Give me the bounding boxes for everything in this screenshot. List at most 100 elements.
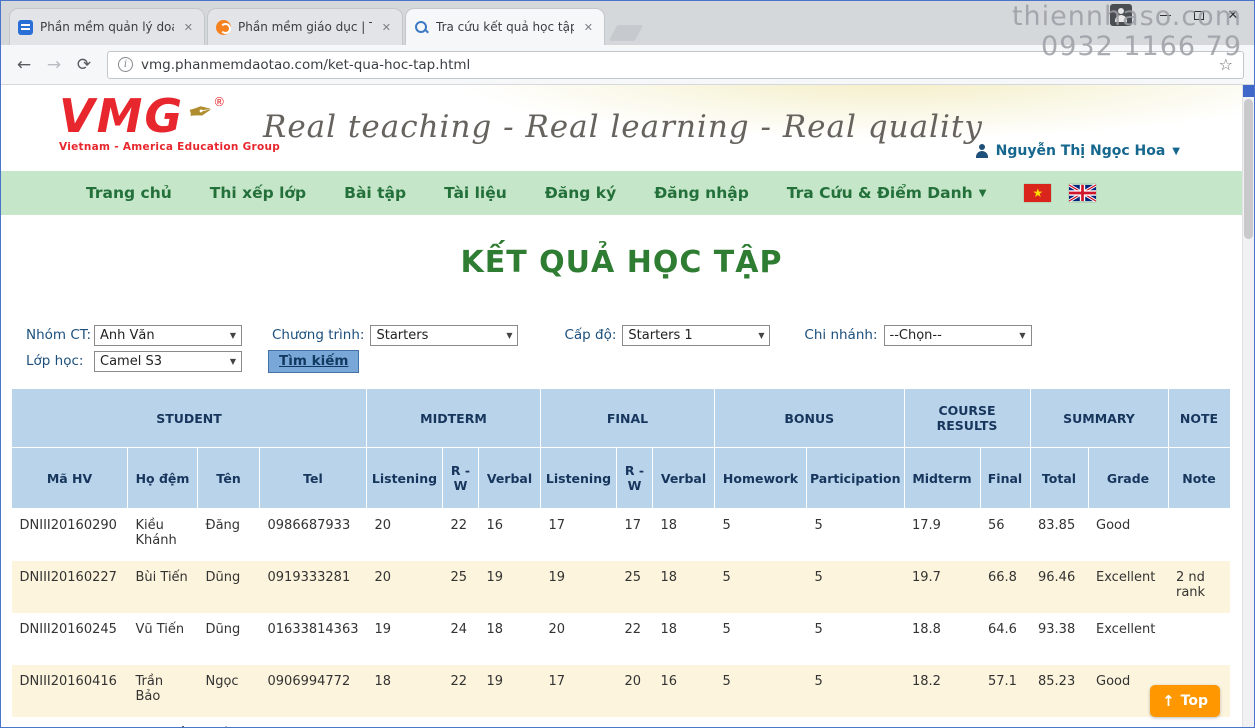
table-cell: 25 [616,561,652,613]
column-header: R - W [442,448,478,509]
column-header: R - W [616,448,652,509]
new-tab-button[interactable] [609,25,644,41]
nav-item-tai-lieu[interactable]: Tài liệu [444,184,507,202]
table-row: DNIII20160019Phan Lê NhưQuỳnh09448177562… [12,717,1231,728]
nav-item-thi-xep-lop[interactable]: Thi xếp lớp [210,184,306,202]
content-area: KẾT QUẢ HỌC TẬP Nhóm CT: Anh Văn ▼ Chươn… [1,215,1242,727]
nhom-ct-value: Anh Văn [100,328,155,343]
table-cell: 22 [442,717,478,728]
table-cell: DNIII20160019 [12,717,128,728]
chuong-trinh-label: Chương trình: [272,327,364,343]
lop-hoc-select[interactable]: Camel S3 ▼ [94,351,242,372]
chi-nhanh-select[interactable]: --Chọn-- ▼ [884,325,1032,346]
tagline: Real teaching - Real learning - Real qua… [263,109,983,145]
nav-item-tra-cuu-diem-danh[interactable]: Tra Cứu & Điểm Danh ▼ [787,184,987,202]
cap-do-label: Cấp độ: [564,327,616,343]
tab-label: Phần mềm giáo dục | Tiế [238,20,372,34]
browser-tab-active[interactable]: Tra cứu kết quả học tập ✕ [405,8,605,45]
table-cell: 17 [540,509,616,561]
table-cell: Excellent [1088,613,1168,665]
table-cell: Dũng [198,613,260,665]
table-cell: 16 [478,509,540,561]
maximize-button[interactable] [1184,4,1214,26]
browser-toolbar: ← → ⟳ i vmg.phanmemdaotao.com/ket-qua-ho… [1,45,1254,85]
chevron-down-icon: ▼ [979,188,987,199]
registered-mark: ® [213,95,225,109]
table-cell: 01633814363 [260,613,367,665]
page-title: KẾT QUẢ HỌC TẬP [1,245,1242,280]
forward-button[interactable]: → [41,52,67,78]
chuong-trinh-select[interactable]: Starters ▼ [370,325,518,346]
browser-tab-1[interactable]: Phần mềm quản lý doanh ✕ [9,8,205,45]
tab-close-icon[interactable]: ✕ [581,19,596,36]
column-group-header: NOTE [1168,389,1230,448]
table-cell: Fair [1088,717,1168,728]
tab-close-icon[interactable]: ✕ [181,19,196,36]
close-button[interactable]: ✕ [1218,4,1248,26]
column-group-header: SUMMARY [1030,389,1168,448]
nav-item-bai-tap[interactable]: Bài tập [344,184,406,202]
nav-item-trang-chu[interactable]: Trang chủ [86,184,172,202]
table-cell: 19 [366,613,442,665]
scrollbar-top-cap[interactable] [1243,85,1254,97]
chevron-down-icon: ▼ [1172,146,1180,157]
vietnam-flag-icon[interactable]: ★ [1024,184,1051,202]
page-info-icon[interactable]: i [118,57,133,72]
table-cell: Đăng [198,509,260,561]
browser-tab-2[interactable]: Phần mềm giáo dục | Tiế ✕ [207,8,403,45]
scroll-to-top-button[interactable]: ↑ Top [1150,685,1220,717]
uk-flag-icon[interactable] [1069,184,1096,202]
url-input[interactable]: i vmg.phanmemdaotao.com/ket-qua-hoc-tap.… [107,51,1244,79]
table-cell: 18 [652,613,714,665]
table-cell: 16 [652,665,714,717]
management-app-favicon-icon [18,20,33,35]
column-group-header: FINAL [540,389,714,448]
tab-label: Tra cứu kết quả học tập [436,20,574,34]
nav-item-dang-nhap[interactable]: Đăng nhập [654,184,749,202]
table-row: DNIII20160416Trần BảoNgọc090699477218221… [12,665,1231,717]
table-cell: 17 [478,717,540,728]
bookmark-star-icon[interactable]: ☆ [1219,55,1233,74]
table-cell: DNIII20160227 [12,561,128,613]
table-cell: Vũ Tiến [128,613,198,665]
table-cell: Dũng [198,561,260,613]
nav-item-dang-ky[interactable]: Đăng ký [545,184,616,202]
page-scrollbar[interactable] [1242,85,1254,727]
table-cell: 18.2 [904,717,980,728]
minimize-button[interactable] [1150,4,1180,26]
table-cell: DNIII20160416 [12,665,128,717]
table-cell: 5 [714,665,806,717]
cap-do-value: Starters 1 [628,328,692,343]
table-cell: 18 [366,665,442,717]
nhom-ct-label: Nhóm CT: [26,327,88,343]
cap-do-select[interactable]: Starters 1 ▼ [622,325,770,346]
table-cell: 13 [616,717,652,728]
lop-hoc-label: Lớp học: [26,353,88,369]
refresh-button[interactable]: ⟳ [71,52,97,78]
column-group-header: COURSE RESULTS [904,389,1030,448]
column-header: Tel [260,448,367,509]
nhom-ct-select[interactable]: Anh Văn ▼ [94,325,242,346]
table-cell: 5 [714,613,806,665]
column-header: Participation [806,448,904,509]
user-name: Nguyễn Thị Ngọc Hoa [996,143,1166,159]
tab-close-icon[interactable]: ✕ [379,19,394,36]
browser-profile-avatar[interactable] [1110,4,1132,26]
column-header: Mã HV [12,448,128,509]
table-cell: 19.7 [904,561,980,613]
table-cell: 2 nd rank [1168,561,1230,613]
table-cell: 20 [366,509,442,561]
column-header: Listening [540,448,616,509]
chi-nhanh-value: --Chọn-- [890,328,942,343]
table-cell: 18 [478,613,540,665]
column-group-header: STUDENT [12,389,367,448]
scrollbar-thumb[interactable] [1244,99,1253,239]
main-nav: Trang chủ Thi xếp lớp Bài tập Tài liệu Đ… [1,171,1242,215]
back-button[interactable]: ← [11,52,37,78]
table-row: DNIII20160227Bùi TiếnDũng091933328120251… [12,561,1231,613]
table-cell: Good [1088,509,1168,561]
user-menu[interactable]: Nguyễn Thị Ngọc Hoa ▼ [975,143,1180,159]
table-cell: 56 [980,509,1030,561]
search-button[interactable]: Tìm kiếm [268,350,359,373]
column-header: Họ đệm [128,448,198,509]
